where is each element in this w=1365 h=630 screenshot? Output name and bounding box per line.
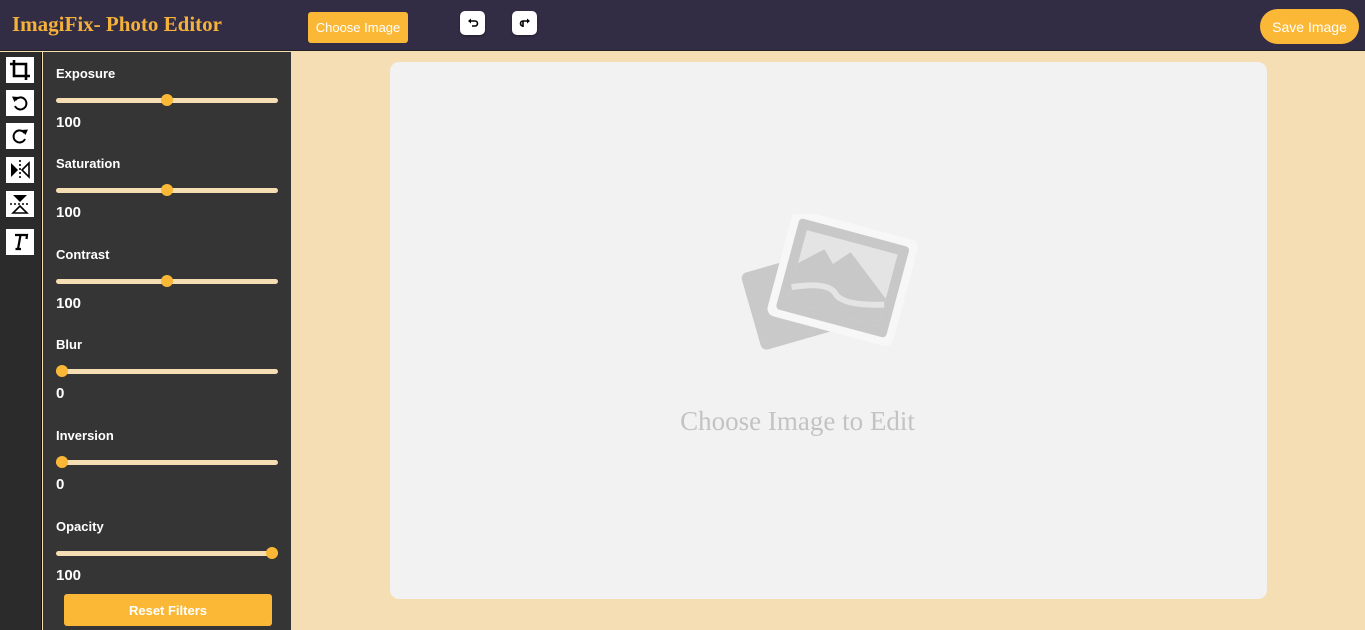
slider-track	[56, 369, 278, 374]
reset-filters-button[interactable]: Reset Filters	[64, 594, 272, 626]
saturation-value: 100	[56, 204, 82, 221]
blur-value: 0	[56, 385, 65, 402]
saturation-label: Saturation	[56, 156, 121, 171]
crop-icon	[10, 60, 30, 80]
slider-thumb[interactable]	[161, 184, 173, 196]
flip-vertical-tool-button[interactable]	[6, 191, 34, 217]
slider-thumb[interactable]	[161, 275, 173, 287]
slider-thumb[interactable]	[56, 456, 68, 468]
blur-label: Blur	[56, 337, 82, 352]
saturation-slider[interactable]	[56, 182, 278, 198]
slider-thumb[interactable]	[56, 365, 68, 377]
exposure-value: 100	[56, 114, 82, 131]
text-icon	[15, 233, 29, 251]
text-tool-button[interactable]	[6, 229, 34, 255]
opacity-label: Opacity	[56, 519, 104, 534]
blur-filter: Blur 0	[56, 337, 278, 403]
app-header: ImagiFix- Photo Editor Choose Image Save…	[0, 0, 1365, 51]
slider-thumb[interactable]	[161, 94, 173, 106]
contrast-label: Contrast	[56, 247, 110, 262]
redo-icon	[519, 18, 530, 27]
rotate-left-tool-button[interactable]	[6, 90, 34, 116]
image-placeholder-icon	[741, 214, 918, 350]
slider-thumb[interactable]	[266, 547, 278, 559]
rotate-left-icon	[12, 96, 28, 111]
inversion-filter: Inversion 0	[56, 428, 278, 494]
opacity-value: 100	[56, 567, 82, 584]
saturation-filter: Saturation 100	[56, 156, 278, 222]
exposure-slider[interactable]	[56, 92, 278, 108]
contrast-value: 100	[56, 295, 82, 312]
inversion-label: Inversion	[56, 428, 114, 443]
image-canvas[interactable]: Choose Image to Edit	[390, 62, 1267, 599]
opacity-slider[interactable]	[56, 545, 278, 561]
tool-sidebar	[0, 52, 42, 630]
exposure-label: Exposure	[56, 66, 116, 81]
save-image-button[interactable]: Save Image	[1260, 9, 1359, 44]
inversion-slider[interactable]	[56, 454, 278, 470]
contrast-slider[interactable]	[56, 273, 278, 289]
opacity-filter: Opacity 100	[56, 519, 278, 585]
contrast-filter: Contrast 100	[56, 247, 278, 313]
slider-track	[56, 460, 278, 465]
rotate-right-tool-button[interactable]	[6, 123, 34, 149]
filter-panel: Exposure 100 Saturation 100 Contrast 100…	[43, 52, 291, 630]
choose-image-button[interactable]: Choose Image	[308, 12, 408, 43]
undo-button[interactable]	[460, 11, 485, 35]
redo-button[interactable]	[512, 11, 537, 35]
blur-slider[interactable]	[56, 363, 278, 379]
exposure-filter: Exposure 100	[56, 66, 278, 132]
flip-horizontal-icon	[11, 160, 30, 180]
app-title: ImagiFix- Photo Editor	[12, 12, 222, 36]
flip-vertical-icon	[10, 195, 30, 214]
flip-horizontal-tool-button[interactable]	[6, 157, 34, 183]
rotate-right-icon	[12, 129, 28, 144]
inversion-value: 0	[56, 476, 65, 493]
slider-track	[56, 551, 278, 556]
undo-icon	[467, 18, 478, 27]
placeholder-text: Choose Image to Edit	[680, 406, 915, 436]
crop-tool-button[interactable]	[6, 57, 34, 83]
